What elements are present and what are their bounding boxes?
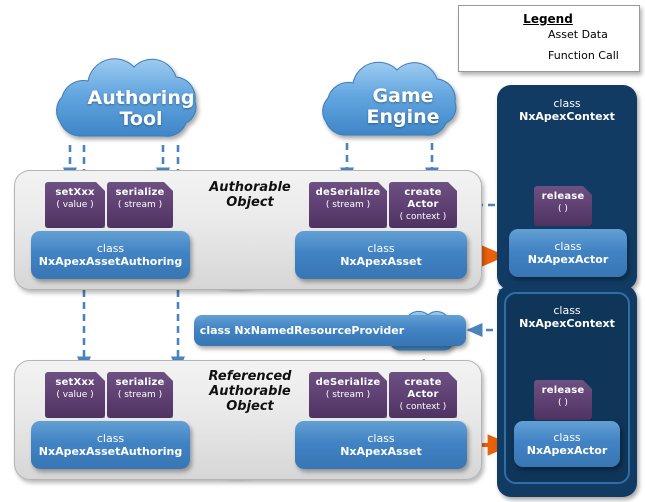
cloud-game-engine-label-wrap: Game Engine: [326, 78, 480, 136]
method-deserialize-row1-name: deSerialize: [315, 187, 381, 198]
class-nxapexasset-row1[interactable]: class NxApexAsset: [295, 231, 467, 279]
method-deserialize-row2[interactable]: deSerialize ( stream ): [309, 372, 387, 418]
method-setxxx-row1[interactable]: setXxx ( value ): [45, 182, 105, 228]
class-row1-left-kw: class: [96, 242, 125, 255]
method-release-top-name: release: [541, 191, 585, 202]
cloud-authoring-tool-line1: Authoring: [87, 87, 195, 109]
class-nxapexasset-row2[interactable]: class NxApexAsset: [295, 421, 467, 469]
method-createactor-row2-name: create Actor: [404, 377, 442, 400]
class-nxapexactor-top[interactable]: class NxApexActor: [509, 229, 627, 277]
class-nxapexactor-top-name: NxApexActor: [527, 253, 609, 266]
group2-title-line1: Referenced: [208, 369, 292, 384]
legend-title: Legend: [523, 12, 573, 26]
class-nxnamedresourceprovider-label: class NxNamedResourceProvider: [199, 324, 405, 337]
method-createactor-row1-arg: ( context ): [399, 212, 447, 222]
group1-title-line1: Authorable: [209, 180, 291, 195]
context-top-kw: class: [553, 97, 581, 110]
group-referenced-authorable-object-title: Referenced Authorable Object: [190, 369, 310, 414]
class-nxapexactor-bottom[interactable]: class NxApexActor: [514, 421, 620, 467]
context-top-name: NxApexContext: [519, 110, 615, 123]
method-serialize-row2-arg: ( stream ): [117, 390, 163, 400]
method-setxxx-row2-arg: ( value ): [56, 390, 94, 400]
context-top-title: class NxApexContext: [497, 97, 637, 123]
method-createactor-row2-arg: ( context ): [399, 402, 447, 412]
method-setxxx-row2[interactable]: setXxx ( value ): [45, 372, 105, 418]
method-release-top-arg: ( ): [558, 204, 568, 214]
group-authorable-object-title: Authorable Object: [190, 180, 310, 210]
method-setxxx-row1-name: setXxx: [55, 187, 95, 198]
class-row2-right-kw: class: [367, 432, 395, 445]
method-serialize-row2[interactable]: serialize ( stream ): [107, 372, 173, 418]
method-serialize-row2-name: serialize: [115, 377, 165, 388]
method-createactor-row2[interactable]: create Actor ( context ): [389, 372, 457, 418]
group2-title-line3: Object: [226, 399, 274, 414]
method-deserialize-row1-arg: ( stream ): [325, 200, 371, 210]
class-row1-right-kw: class: [367, 242, 395, 255]
method-release-bottom-name: release: [541, 385, 585, 396]
cloud-authoring-tool-label-wrap: Authoring Tool: [60, 78, 222, 140]
class-nxapexassetauthoring-row2[interactable]: class NxApexAssetAuthoring: [31, 421, 190, 469]
class-row2-left-name: NxApexAssetAuthoring: [38, 445, 183, 458]
method-release-bottom[interactable]: release ( ): [534, 380, 592, 420]
method-release-bottom-arg: ( ): [558, 398, 568, 408]
method-setxxx-row1-arg: ( value ): [56, 200, 94, 210]
method-deserialize-row2-name: deSerialize: [315, 377, 381, 388]
cloud-game-engine-line2: Engine: [366, 106, 440, 128]
method-deserialize-row1[interactable]: deSerialize ( stream ): [309, 182, 387, 228]
legend-item-function-call: Function Call: [548, 49, 619, 62]
class-row2-right-name: NxApexAsset: [340, 445, 422, 458]
class-row2-left-kw: class: [96, 432, 125, 445]
method-setxxx-row2-name: setXxx: [55, 377, 95, 388]
legend-item-asset-data: Asset Data: [548, 28, 608, 41]
class-row1-right-name: NxApexAsset: [340, 255, 422, 268]
method-serialize-row1-arg: ( stream ): [117, 200, 163, 210]
class-nxapexactor-bottom-kw: class: [553, 431, 581, 444]
class-nxapexactor-top-kw: class: [554, 240, 582, 253]
class-nxnamedresourceprovider[interactable]: class NxNamedResourceProvider: [194, 315, 466, 346]
diagram-canvas: Authoring Tool Game Engine Asset Loader …: [0, 0, 645, 502]
group2-title-line2: Authorable: [209, 384, 291, 399]
method-serialize-row1[interactable]: serialize ( stream ): [107, 182, 173, 228]
method-serialize-row1-name: serialize: [115, 187, 165, 198]
cloud-game-engine-line1: Game: [372, 85, 434, 107]
method-createactor-row1-name: create Actor: [404, 187, 442, 210]
context-bottom-kw: class: [553, 304, 581, 317]
context-bottom-title: class NxApexContext: [506, 304, 628, 330]
class-nxapexassetauthoring-row1[interactable]: class NxApexAssetAuthoring: [31, 231, 190, 279]
class-row1-left-name: NxApexAssetAuthoring: [38, 255, 183, 268]
class-nxapexactor-bottom-name: NxApexActor: [526, 444, 608, 457]
method-deserialize-row2-arg: ( stream ): [325, 390, 371, 400]
method-createactor-row1[interactable]: create Actor ( context ): [389, 182, 457, 228]
context-bottom-name: NxApexContext: [519, 317, 615, 330]
cloud-authoring-tool-line2: Tool: [119, 108, 163, 130]
group1-title-line2: Object: [226, 195, 274, 210]
method-release-top[interactable]: release ( ): [534, 186, 592, 226]
